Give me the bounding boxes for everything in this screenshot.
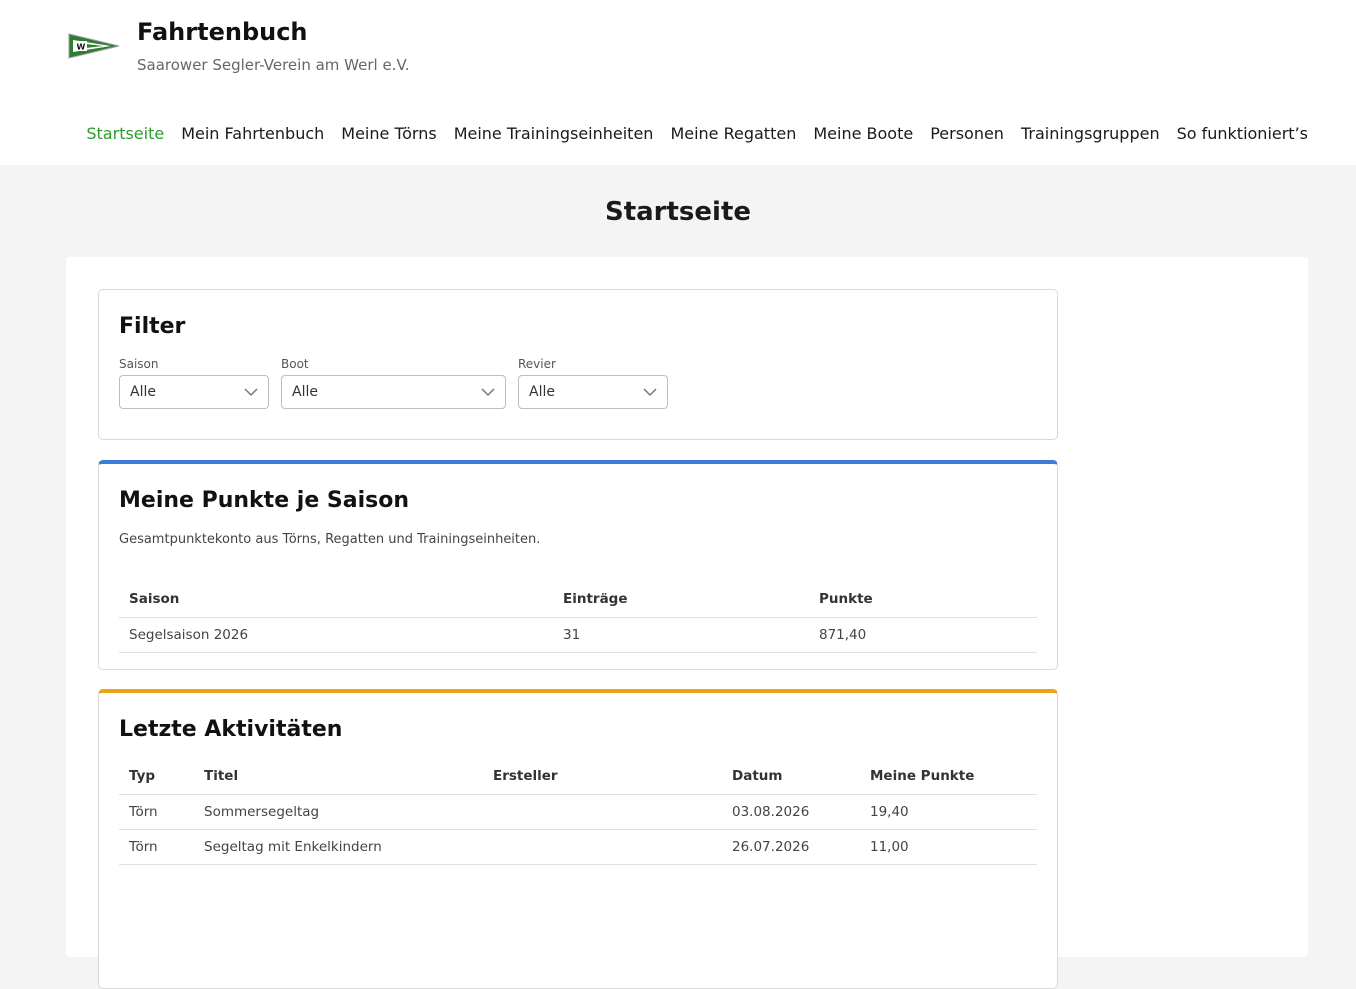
- page-title: Startseite: [604, 197, 752, 227]
- main-nav: Startseite Mein Fahrtenbuch Meine Törns …: [86, 124, 1308, 143]
- recent-activities-card: Letzte Aktivitäten Typ Titel Ersteller D…: [98, 689, 1058, 989]
- column-header-titel: Titel: [194, 759, 483, 795]
- boot-select-value: Alle: [292, 384, 318, 400]
- revier-select[interactable]: Alle: [518, 375, 668, 409]
- cell-titel[interactable]: Segeltag mit Enkelkindern: [194, 829, 483, 865]
- chevron-down-icon: [643, 388, 657, 397]
- column-header-eintraege: Einträge: [553, 582, 809, 618]
- cell-titel[interactable]: Sommersegeltag: [194, 794, 483, 830]
- site-subtitle: Saarower Segler-Verein am Werl e.V.: [137, 56, 410, 74]
- table-header-row: Saison Einträge Punkte: [119, 582, 1037, 618]
- points-per-season-card: Meine Punkte je Saison Gesamtpunktekonto…: [98, 460, 1058, 670]
- nav-item-meine-toerns[interactable]: Meine Törns: [341, 124, 436, 143]
- cell-saison: Segelsaison 2026: [119, 617, 553, 653]
- nav-item-personen[interactable]: Personen: [930, 124, 1004, 143]
- column-header-ersteller: Ersteller: [483, 759, 722, 795]
- column-header-typ: Typ: [119, 759, 194, 795]
- cell-meine-punkte: 11,00: [860, 829, 1037, 865]
- boot-label: Boot: [281, 357, 309, 371]
- points-table: Saison Einträge Punkte Segelsaison 2026 …: [119, 582, 1037, 653]
- cell-meine-punkte: 19,40: [860, 794, 1037, 830]
- nav-item-meine-regatten[interactable]: Meine Regatten: [670, 124, 796, 143]
- cell-ersteller: [483, 829, 722, 865]
- column-header-meine-punkte: Meine Punkte: [860, 759, 1037, 795]
- site-title[interactable]: Fahrtenbuch: [137, 18, 308, 46]
- points-description: Gesamtpunktekonto aus Törns, Regatten un…: [119, 532, 541, 547]
- nav-item-so-funktionierts[interactable]: So funktioniert’s: [1177, 124, 1308, 143]
- main-content: Filter Saison Alle Boot Alle Revier Alle…: [66, 257, 1308, 989]
- filter-card: Filter Saison Alle Boot Alle Revier Alle: [98, 289, 1058, 440]
- nav-item-trainingsgruppen[interactable]: Trainingsgruppen: [1021, 124, 1160, 143]
- site-header: W Fahrtenbuch Saarower Segler-Verein am …: [0, 0, 1356, 165]
- nav-item-mein-fahrtenbuch[interactable]: Mein Fahrtenbuch: [181, 124, 324, 143]
- cell-punkte: 871,40: [809, 617, 1037, 653]
- saison-filter: Saison Alle: [119, 357, 269, 409]
- points-title: Meine Punkte je Saison: [119, 488, 409, 513]
- club-pennant-logo[interactable]: W: [67, 30, 121, 62]
- boot-select[interactable]: Alle: [281, 375, 506, 409]
- table-row[interactable]: Törn Sommersegeltag 03.08.2026 19,40: [119, 794, 1037, 830]
- table-row: Segelsaison 2026 31 871,40: [119, 617, 1037, 653]
- nav-item-meine-trainingseinheiten[interactable]: Meine Trainingseinheiten: [454, 124, 654, 143]
- table-row[interactable]: Törn Segeltag mit Enkelkindern 26.07.202…: [119, 829, 1037, 865]
- activities-table: Typ Titel Ersteller Datum Meine Punkte T…: [119, 759, 1037, 865]
- revier-filter: Revier Alle: [518, 357, 668, 409]
- revier-label: Revier: [518, 357, 556, 371]
- nav-item-meine-boote[interactable]: Meine Boote: [813, 124, 913, 143]
- filter-title: Filter: [119, 314, 186, 339]
- cell-typ: Törn: [119, 794, 194, 830]
- boot-filter: Boot Alle: [281, 357, 506, 409]
- chevron-down-icon: [244, 388, 258, 397]
- table-header-row: Typ Titel Ersteller Datum Meine Punkte: [119, 759, 1037, 795]
- column-header-punkte: Punkte: [809, 582, 1037, 618]
- column-header-datum: Datum: [722, 759, 860, 795]
- cell-datum: 03.08.2026: [722, 794, 860, 830]
- revier-select-value: Alle: [529, 384, 555, 400]
- saison-select-value: Alle: [130, 384, 156, 400]
- cell-eintraege: 31: [553, 617, 809, 653]
- cell-ersteller: [483, 794, 722, 830]
- column-header-saison: Saison: [119, 582, 553, 618]
- svg-text:W: W: [77, 43, 86, 52]
- nav-item-startseite[interactable]: Startseite: [86, 124, 164, 143]
- saison-label: Saison: [119, 357, 159, 371]
- saison-select[interactable]: Alle: [119, 375, 269, 409]
- chevron-down-icon: [481, 388, 495, 397]
- cell-typ: Törn: [119, 829, 194, 865]
- activities-title: Letzte Aktivitäten: [119, 717, 343, 742]
- cell-datum: 26.07.2026: [722, 829, 860, 865]
